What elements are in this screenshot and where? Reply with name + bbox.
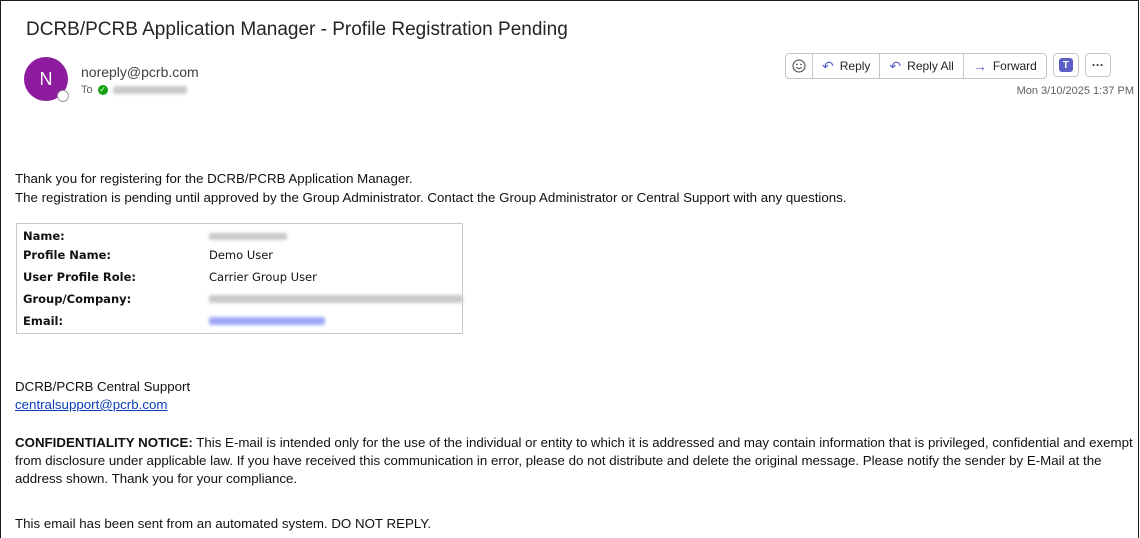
message-action-toolbar: ↶ Reply ↶ Reply All → Forward T ···: [785, 53, 1111, 79]
profile-name-value: Demo User: [209, 248, 274, 262]
email-subject: DCRB/PCRB Application Manager - Profile …: [26, 19, 568, 40]
name-value-redacted: [209, 232, 287, 240]
support-email-link[interactable]: centralsupport@pcrb.com: [15, 397, 167, 412]
sender-address[interactable]: noreply@pcrb.com: [81, 64, 199, 80]
role-value: Carrier Group User: [209, 270, 317, 284]
forward-label: Forward: [992, 59, 1037, 73]
react-button[interactable]: [786, 54, 813, 78]
confidentiality-notice: CONFIDENTIALITY NOTICE: This E-mail is i…: [15, 434, 1135, 488]
name-label: Name:: [23, 229, 65, 243]
reply-all-label: Reply All: [907, 59, 954, 73]
to-label: To: [81, 84, 93, 96]
more-actions-button[interactable]: ···: [1084, 53, 1111, 77]
more-actions-icon: ···: [1091, 58, 1104, 72]
email-label: Email:: [23, 314, 64, 328]
body-line-1: Thank you for registering for the DCRB/P…: [15, 171, 413, 186]
support-name: DCRB/PCRB Central Support: [15, 379, 191, 394]
reply-arrow-icon: ↶: [822, 57, 834, 74]
teams-share-button[interactable]: T: [1052, 53, 1079, 77]
group-value-redacted: [209, 295, 463, 303]
presence-status-icon: [57, 90, 69, 102]
automated-notice: This email has been sent from an automat…: [15, 516, 432, 531]
received-date: Mon 3/10/2025 1:37 PM: [1016, 85, 1134, 97]
reply-label: Reply: [839, 59, 871, 73]
profile-name-label: Profile Name:: [23, 248, 112, 262]
reply-button[interactable]: ↶ Reply: [813, 54, 881, 78]
email-value-redacted[interactable]: [209, 317, 325, 325]
smiley-icon: [792, 59, 806, 73]
action-button-group: ↶ Reply ↶ Reply All → Forward: [785, 53, 1047, 79]
registration-details-table: Name: Profile Name: Demo User User Profi…: [16, 223, 463, 334]
forward-arrow-icon: →: [972, 58, 987, 74]
group-label: Group/Company:: [23, 292, 132, 306]
role-label: User Profile Role:: [23, 270, 137, 284]
forward-button[interactable]: → Forward: [964, 54, 1046, 78]
reply-all-arrow-icon: ↶: [889, 57, 902, 74]
recipient-line: To ✓: [81, 84, 187, 96]
confidentiality-heading: CONFIDENTIALITY NOTICE:: [15, 435, 193, 450]
avatar-initial: N: [39, 68, 53, 89]
recipient-redacted[interactable]: [112, 86, 187, 94]
reply-all-button[interactable]: ↶ Reply All: [880, 54, 964, 78]
recipient-available-icon: ✓: [97, 85, 108, 95]
teams-icon: T: [1058, 58, 1073, 72]
body-line-2: The registration is pending until approv…: [15, 190, 847, 205]
